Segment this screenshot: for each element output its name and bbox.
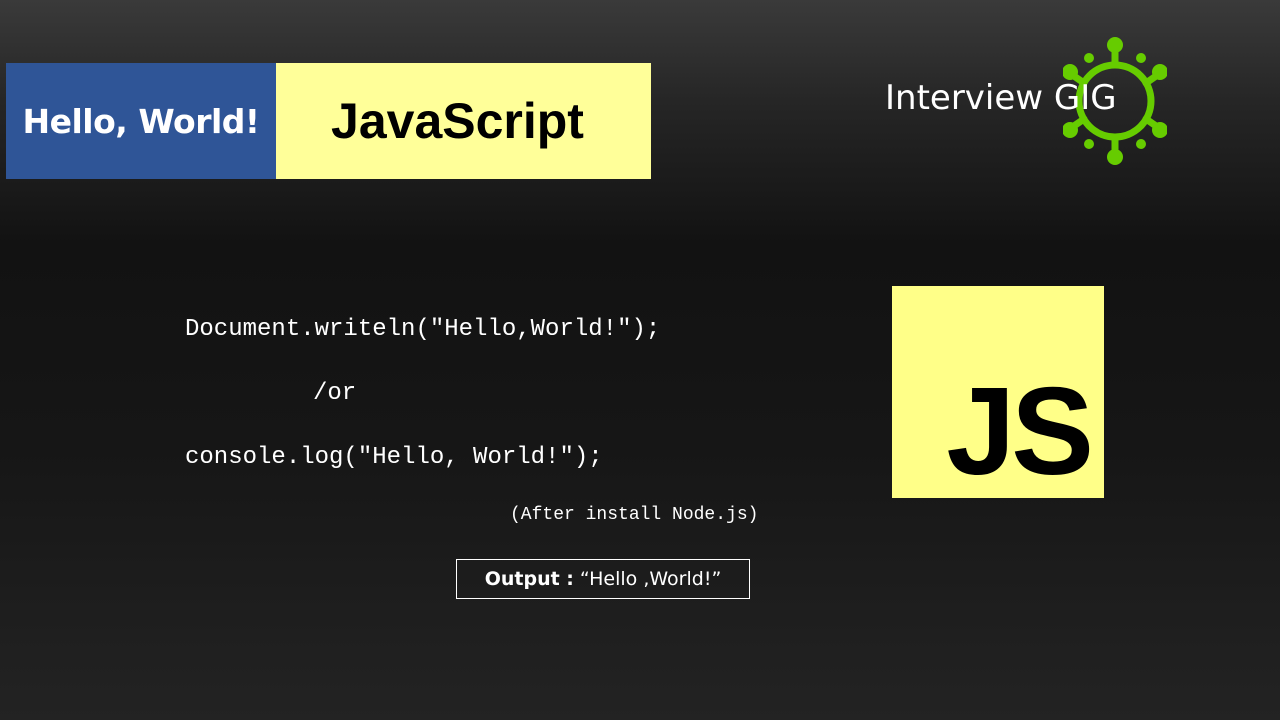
title-banner: Hello, World! JavaScript <box>6 63 651 179</box>
output-label: Output : <box>484 568 574 590</box>
hello-world-panel: Hello, World! <box>6 63 276 179</box>
javascript-title: JavaScript <box>331 93 584 149</box>
code-line-console-log: console.log("Hello, World!"); <box>185 444 603 471</box>
js-logo-text: JS <box>946 363 1094 501</box>
brand-wordmark: Interview GIG <box>885 78 1117 118</box>
javascript-panel: JavaScript <box>276 63 651 179</box>
code-separator: /or <box>313 380 357 407</box>
output-value: “Hello ,World!” <box>579 568 722 590</box>
interview-gig-logo: Interview GIG <box>885 36 1175 168</box>
nodejs-note: (After install Node.js) <box>510 505 759 525</box>
js-logo: JS <box>892 286 1104 498</box>
output-box: Output : “Hello ,World!” <box>456 559 750 599</box>
code-line-document-writeln: Document.writeln("Hello,World!"); <box>185 316 661 343</box>
hello-world-title: Hello, World! <box>22 101 260 141</box>
